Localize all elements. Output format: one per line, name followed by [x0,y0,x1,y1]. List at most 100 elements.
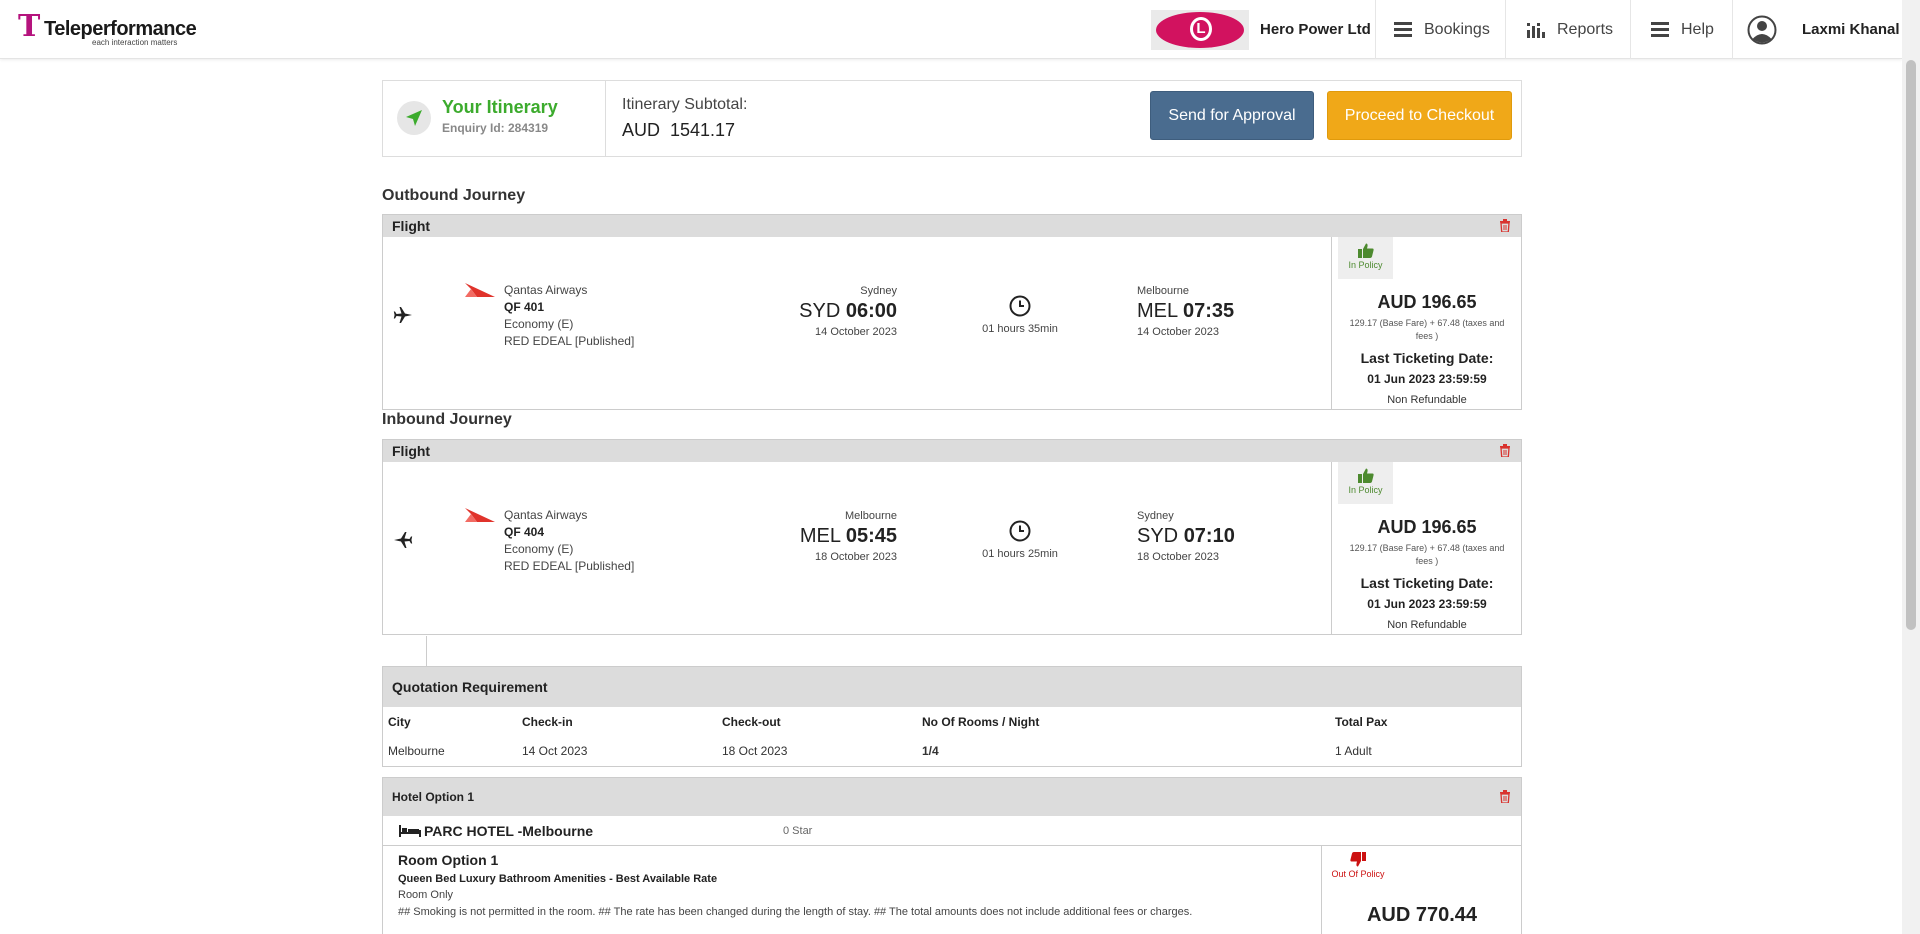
nav-divider [1505,0,1506,59]
nav-divider [1630,0,1631,59]
quotation-title: Quotation Requirement [392,679,548,695]
last-ticketing-date: 01 Jun 2023 23:59:59 [1367,372,1487,386]
flight-price: AUD 196.65 [1377,517,1477,537]
fare-breakdown: 129.17 (Base Fare) + 67.48 (taxes and fe… [1349,543,1505,566]
bar-chart-icon [1527,22,1545,38]
arrival-city: Sydney [1137,510,1174,522]
quote-col-checkin: Check-in 14 Oct 2023 [522,715,587,758]
menu-icon [1651,22,1669,37]
clock-icon [1009,295,1031,317]
arrival-city: Melbourne [1137,285,1189,297]
hotel-option-card: Hotel Option 1 PARC HOTEL -Melbourne 0 S… [382,777,1522,934]
nav-reports-label: Reports [1557,20,1614,38]
quote-header-city: City [388,715,411,729]
scrollbar-thumb[interactable] [1906,60,1916,630]
hotel-option-header: Hotel Option 1 [383,778,1521,816]
plane-icon [394,532,413,548]
teleperformance-logo[interactable]: T Teleperformance each interaction matte… [18,12,197,48]
quote-value-rooms: 1/4 [922,744,939,758]
subtotal-value: AUD 1541.17 [622,120,736,140]
departure-code: MEL [799,525,841,547]
itinerary-summary: Your Itinerary Enquiry Id: 284319 Itiner… [382,80,1522,157]
departure-city: Sydney [860,285,897,297]
arrival-time: 07:35 [1182,300,1235,322]
inbound-flight-card: Flight Qantas Airways QF 404 Economy (E)… [382,439,1522,635]
trash-icon[interactable] [1499,444,1511,457]
flight-details: Qantas Airways QF 404 Economy (E) RED ED… [383,462,1521,634]
flight-number: QF 404 [504,525,545,539]
flight-number: QF 401 [504,300,545,314]
nav-help-label: Help [1681,20,1714,38]
logo-tagline: each interaction matters [92,38,178,47]
cabin-class: Economy (E) [504,542,574,556]
policy-badge: In Policy [1338,462,1393,504]
enquiry-id: Enquiry Id: 284319 [442,121,549,135]
nav-reports[interactable]: Reports [1527,0,1613,59]
clock-icon [1009,520,1031,542]
refund-status: Non Refundable [1387,619,1467,631]
nav-bookings-label: Bookings [1424,20,1490,38]
refund-status: Non Refundable [1387,394,1467,406]
policy-status: In Policy [1348,485,1383,495]
departure-date: 14 October 2023 [815,326,897,338]
quote-col-rooms: No Of Rooms / Night 1/4 [922,715,1039,758]
airline-name: Qantas Airways [504,283,588,297]
room-type: Queen Bed Luxury Bathroom Amenities - Be… [398,873,718,885]
hotel-name-row: PARC HOTEL -Melbourne 0 Star [383,816,1521,846]
user-icon[interactable] [1747,15,1777,45]
thumbs-down-icon [1350,852,1366,867]
itinerary-title: Your Itinerary [442,97,558,117]
room-board: Room Only [398,889,454,901]
nav-divider [1375,0,1376,59]
navigation-arrow-icon [406,110,422,126]
room-notes: ## Smoking is not permitted in the room.… [398,906,1193,918]
quote-value-pax: 1 Adult [1335,744,1372,758]
flight-card-header: Flight [383,215,1521,237]
bed-icon [399,825,421,837]
last-ticketing-label: Last Ticketing Date: [1360,350,1494,366]
cabin-class: Economy (E) [504,317,574,331]
outbound-journey-title: Outbound Journey [382,187,526,204]
plane-icon [393,307,412,323]
duration-text: 01 hours 25min [982,548,1058,560]
departure-time: 05:45 [845,525,897,547]
airline-info: Qantas Airways QF 404 Economy (E) RED ED… [504,507,634,575]
quote-col-pax: Total Pax 1 Adult [1335,715,1387,758]
fare-breakdown: 129.17 (Base Fare) + 67.48 (taxes and fe… [1349,318,1505,341]
nav-divider [1732,0,1733,59]
send-for-approval-button[interactable]: Send for Approval [1150,91,1314,140]
hotel-option-label: Hotel Option 1 [392,790,474,804]
flight-card-label: Flight [392,443,431,459]
menu-icon [1394,22,1412,37]
scrollbar[interactable] [1902,0,1920,934]
policy-badge: In Policy [1338,237,1393,279]
hotel-star-rating: 0 Star [783,825,813,837]
quote-col-city: City Melbourne [388,715,445,758]
nav-bookings[interactable]: Bookings [1394,0,1490,59]
proceed-to-checkout-button[interactable]: Proceed to Checkout [1327,91,1512,140]
trash-icon[interactable] [1499,219,1511,232]
room-option-title: Room Option 1 [398,852,499,868]
thumbs-up-icon [1357,468,1374,483]
thumbs-up-icon [1357,243,1374,258]
departure-date: 18 October 2023 [815,551,897,563]
quotation-requirement: Quotation Requirement City Melbourne Che… [382,666,1522,767]
last-ticketing-label: Last Ticketing Date: [1360,575,1494,591]
trash-icon[interactable] [1499,790,1511,803]
client-logo-mark: L [1190,17,1212,41]
departure-time: 06:00 [845,300,897,322]
nav-help[interactable]: Help [1651,0,1714,59]
airline-name: Qantas Airways [504,508,588,522]
price-column: In Policy AUD 196.65 129.17 (Base Fare) … [1331,462,1521,634]
user-name[interactable]: Laxmi Khanal [1802,21,1900,38]
policy-status: Out Of Policy [1331,869,1385,879]
policy-badge: Out Of Policy [1328,846,1388,888]
room-price: AUD 770.44 [1366,904,1478,926]
flight-price: AUD 196.65 [1377,292,1477,312]
flight-card-header: Flight [383,440,1521,462]
airline-info: Qantas Airways QF 401 Economy (E) RED ED… [504,282,634,350]
flight-card-label: Flight [392,218,431,234]
arrival-info: Melbourne MEL 07:35 14 October 2023 [1137,285,1317,338]
flight-duration: 01 hours 35min [960,295,1080,335]
arrival-code: MEL [1137,300,1178,322]
